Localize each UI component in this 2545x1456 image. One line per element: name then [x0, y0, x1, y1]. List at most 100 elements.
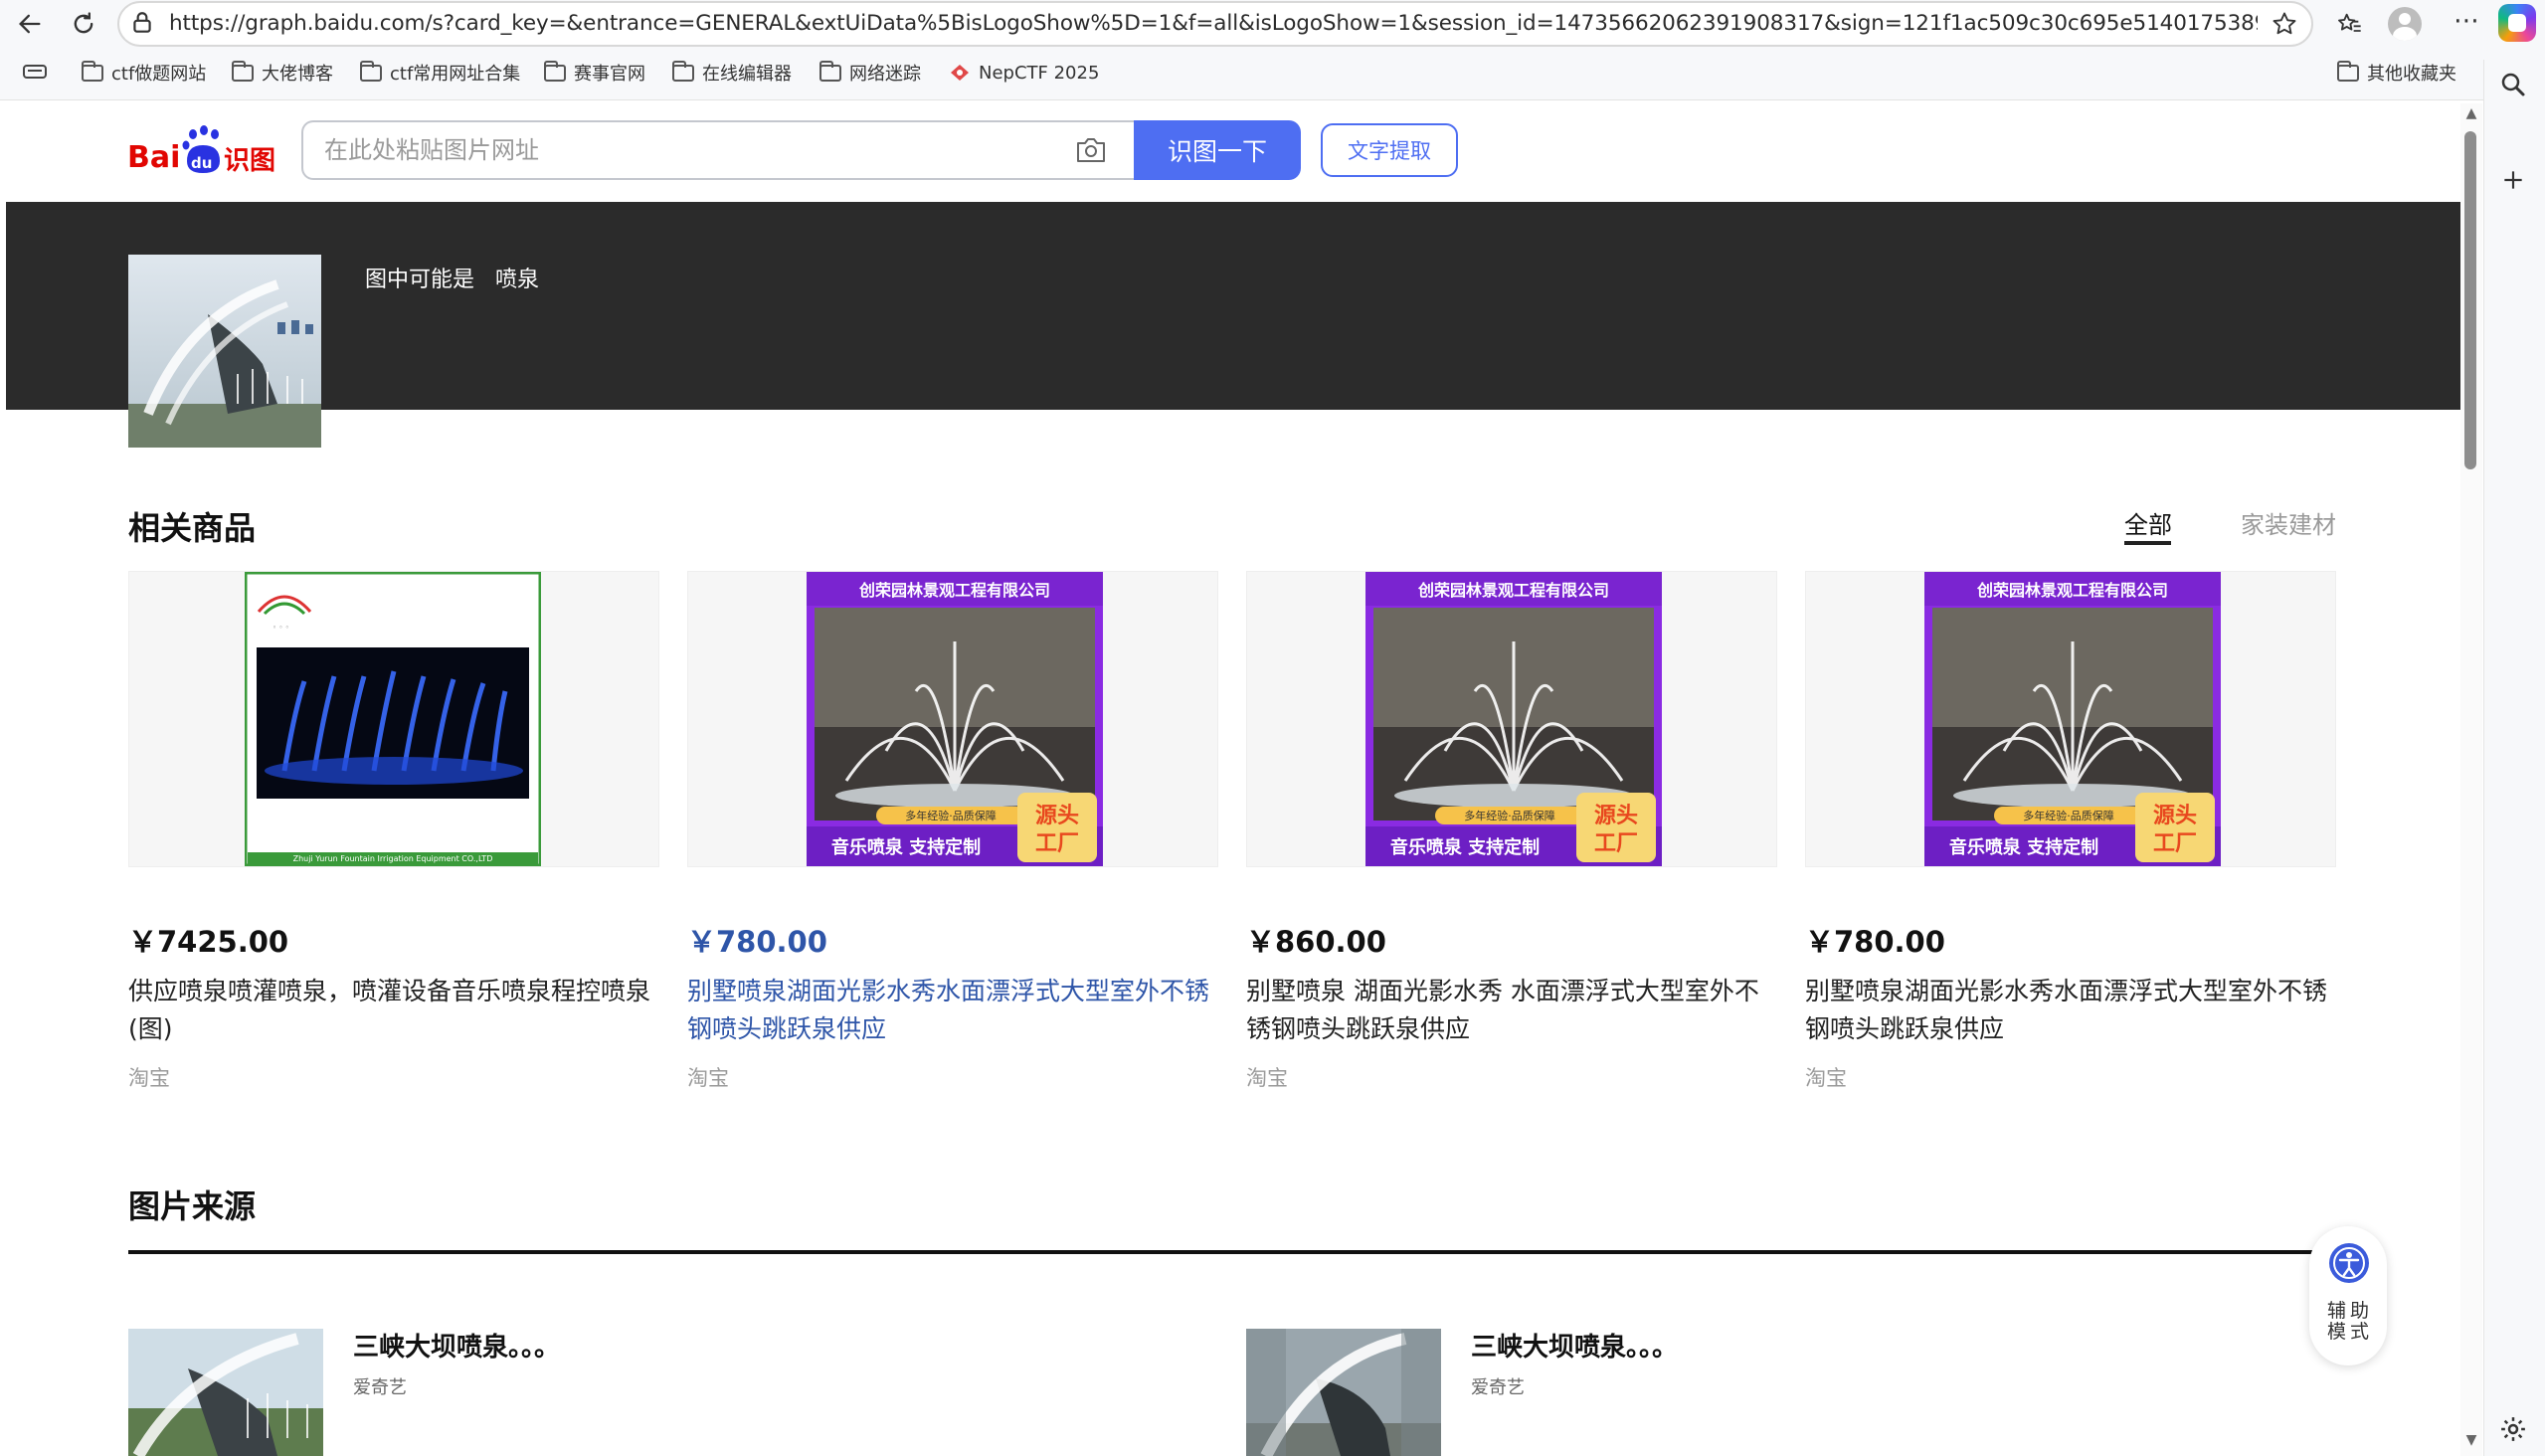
product-tag-main: 音乐喷泉 支持定制 [831, 836, 981, 858]
section-divider [128, 1250, 2316, 1254]
product-title-link[interactable]: 别墅喷泉 湖面光影水秀 水面漂浮式大型室外不锈钢喷头跳跃泉供应 [1246, 973, 1783, 1048]
bookmark-blogs[interactable]: 大佬博客 [232, 58, 333, 88]
scroll-down-arrow-icon[interactable]: ▼ [2462, 1432, 2480, 1448]
product-tag-main: 音乐喷泉 支持定制 [1949, 836, 2098, 858]
product-image[interactable]: ◦ ◦ ◦ Zhuji Yurun Fountain Irrigation Eq… [245, 572, 541, 866]
baidu-shitu-logo[interactable]: Bai du 识图 [127, 121, 276, 177]
product-tag-small: 多年经验·品质保障 [905, 809, 997, 822]
bookmark-ctf-links[interactable]: ctf常用网址合集 [360, 58, 520, 88]
tab-all[interactable]: 全部 [2124, 505, 2172, 540]
product-image[interactable]: 创荣园林景观工程有限公司 多年经验·品质保障 音乐喷泉 支持定制 源头 工厂 [1924, 572, 2221, 866]
bookmark-label: 网络迷踪 [849, 64, 921, 85]
url-text[interactable]: https://graph.baidu.com/s?card_key=&entr… [169, 8, 2258, 40]
folder-icon [232, 60, 254, 82]
folder-icon [544, 60, 566, 82]
accessibility-icon [2329, 1243, 2369, 1283]
product-price: ￥780.00 [1805, 925, 1945, 959]
svg-text:Bai: Bai [127, 140, 180, 175]
favorite-star-icon[interactable] [2271, 10, 2298, 38]
guess-value-link[interactable]: 喷泉 [495, 262, 539, 293]
product-title-link[interactable]: 别墅喷泉湖面光影水秀水面漂浮式大型室外不锈钢喷头跳跃泉供应 [1805, 973, 2342, 1048]
product-source: 淘宝 [1246, 1066, 1288, 1090]
bookmark-label: ctf常用网址合集 [390, 64, 521, 85]
folder-icon [819, 60, 841, 82]
product-price: ￥860.00 [1246, 925, 1386, 959]
product-price: ￥7425.00 [128, 925, 289, 959]
bookmark-label: 在线编辑器 [702, 64, 792, 85]
product-price: ￥780.00 [687, 925, 827, 959]
product-image[interactable]: 创荣园林景观工程有限公司 多年经验·品质保障 音乐喷泉 支持定制 源头 工厂 [1365, 572, 1662, 866]
image-url-input[interactable] [324, 127, 1020, 173]
product-tag-small: 多年经验·品质保障 [2023, 809, 2114, 822]
product-title-link[interactable]: 别墅喷泉湖面光影水秀水面漂浮式大型室外不锈钢喷头跳跃泉供应 [687, 973, 1224, 1048]
query-image-thumbnail [128, 255, 321, 448]
refresh-button[interactable] [62, 2, 105, 46]
product-source: 淘宝 [128, 1066, 170, 1090]
folder-icon [2337, 60, 2359, 82]
result-banner [6, 202, 2460, 410]
svg-text:工厂: 工厂 [1594, 831, 1638, 856]
svg-text:源头: 源头 [1035, 804, 1079, 828]
scrollbar-thumb[interactable] [2464, 131, 2476, 469]
arrow-left-icon [19, 14, 41, 34]
collections-icon[interactable] [22, 62, 48, 84]
product-image-caption: Zhuji Yurun Fountain Irrigation Equipmen… [293, 854, 493, 863]
browser-side-panel [2483, 60, 2545, 1456]
svg-text:◦ ◦ ◦: ◦ ◦ ◦ [273, 624, 289, 632]
bookmark-label: NepCTF 2025 [979, 62, 1100, 84]
bookmark-online-editors[interactable]: 在线编辑器 [672, 58, 792, 88]
svg-text:工厂: 工厂 [1035, 831, 1079, 856]
bookmark-contest-sites[interactable]: 赛事官网 [544, 58, 645, 88]
tab-home-building[interactable]: 家装建材 [2241, 505, 2336, 540]
svg-text:工厂: 工厂 [2153, 831, 2197, 856]
svg-text:源头: 源头 [1594, 804, 1638, 828]
info-lock-icon[interactable] [129, 10, 155, 36]
related-products-title: 相关商品 [128, 509, 257, 547]
text-extract-button[interactable]: 文字提取 [1321, 123, 1458, 177]
guess-label: 图中可能是 [365, 268, 475, 292]
product-source: 淘宝 [687, 1066, 729, 1090]
assist-mode-label: 辅助模式 [2326, 1300, 2373, 1343]
bookmark-other-favorites[interactable]: 其他收藏夹 [2337, 58, 2456, 88]
svg-text:源头: 源头 [2153, 804, 2197, 828]
scroll-up-arrow-icon[interactable]: ▲ [2462, 105, 2480, 121]
source-title-link[interactable]: 三峡大坝喷泉。。。 [1471, 1327, 1678, 1364]
tab-active-indicator [2124, 541, 2171, 545]
plus-icon[interactable] [2500, 167, 2526, 193]
more-menu-icon[interactable]: ⋯ [2447, 6, 2486, 40]
profile-avatar[interactable] [2388, 7, 2422, 41]
copilot-icon[interactable] [2498, 4, 2536, 42]
svg-text:识图: 识图 [224, 146, 275, 176]
bookmark-label: 赛事官网 [574, 64, 645, 85]
product-tag-small: 多年经验·品质保障 [1464, 809, 1555, 822]
source-site: 爱奇艺 [1471, 1377, 1525, 1398]
shitu-search-button[interactable]: 识图一下 [1134, 120, 1301, 180]
bookmark-nepctf[interactable]: NepCTF 2025 [949, 58, 1099, 88]
svg-text:du: du [191, 154, 212, 172]
product-title-link[interactable]: 供应喷泉喷灌喷泉，喷灌设备音乐喷泉程控喷泉(图) [128, 973, 665, 1048]
product-banner-text: 创荣园林景观工程有限公司 [1976, 581, 2168, 600]
nepctf-favicon-icon [951, 65, 969, 81]
folder-icon [672, 60, 694, 82]
gear-icon[interactable] [2498, 1414, 2528, 1444]
bookmark-label: ctf做题网站 [111, 64, 207, 85]
source-thumbnail[interactable] [128, 1329, 323, 1456]
refresh-icon [74, 12, 93, 34]
product-banner-text: 创荣园林景观工程有限公司 [858, 581, 1050, 600]
product-banner-text: 创荣园林景观工程有限公司 [1417, 581, 1609, 600]
source-title-link[interactable]: 三峡大坝喷泉。。。 [353, 1327, 560, 1364]
folder-icon [82, 60, 103, 82]
product-image[interactable]: 创荣园林景观工程有限公司 多年经验·品质保障 音乐喷泉 支持定制 源头 工厂 [807, 572, 1103, 866]
product-tag-main: 音乐喷泉 支持定制 [1390, 836, 1540, 858]
favorites-icon[interactable] [2335, 10, 2363, 38]
image-source-title: 图片来源 [128, 1187, 257, 1225]
bookmark-label: 其他收藏夹 [2367, 64, 2456, 85]
bookmark-osint[interactable]: 网络迷踪 [819, 58, 921, 88]
back-button[interactable] [8, 2, 52, 46]
search-icon[interactable] [2498, 70, 2528, 99]
source-thumbnail[interactable] [1246, 1329, 1441, 1456]
bookmark-ctf-sites[interactable]: ctf做题网站 [82, 58, 206, 88]
folder-icon [360, 60, 382, 82]
camera-icon[interactable] [1075, 135, 1107, 165]
product-source: 淘宝 [1805, 1066, 1847, 1090]
